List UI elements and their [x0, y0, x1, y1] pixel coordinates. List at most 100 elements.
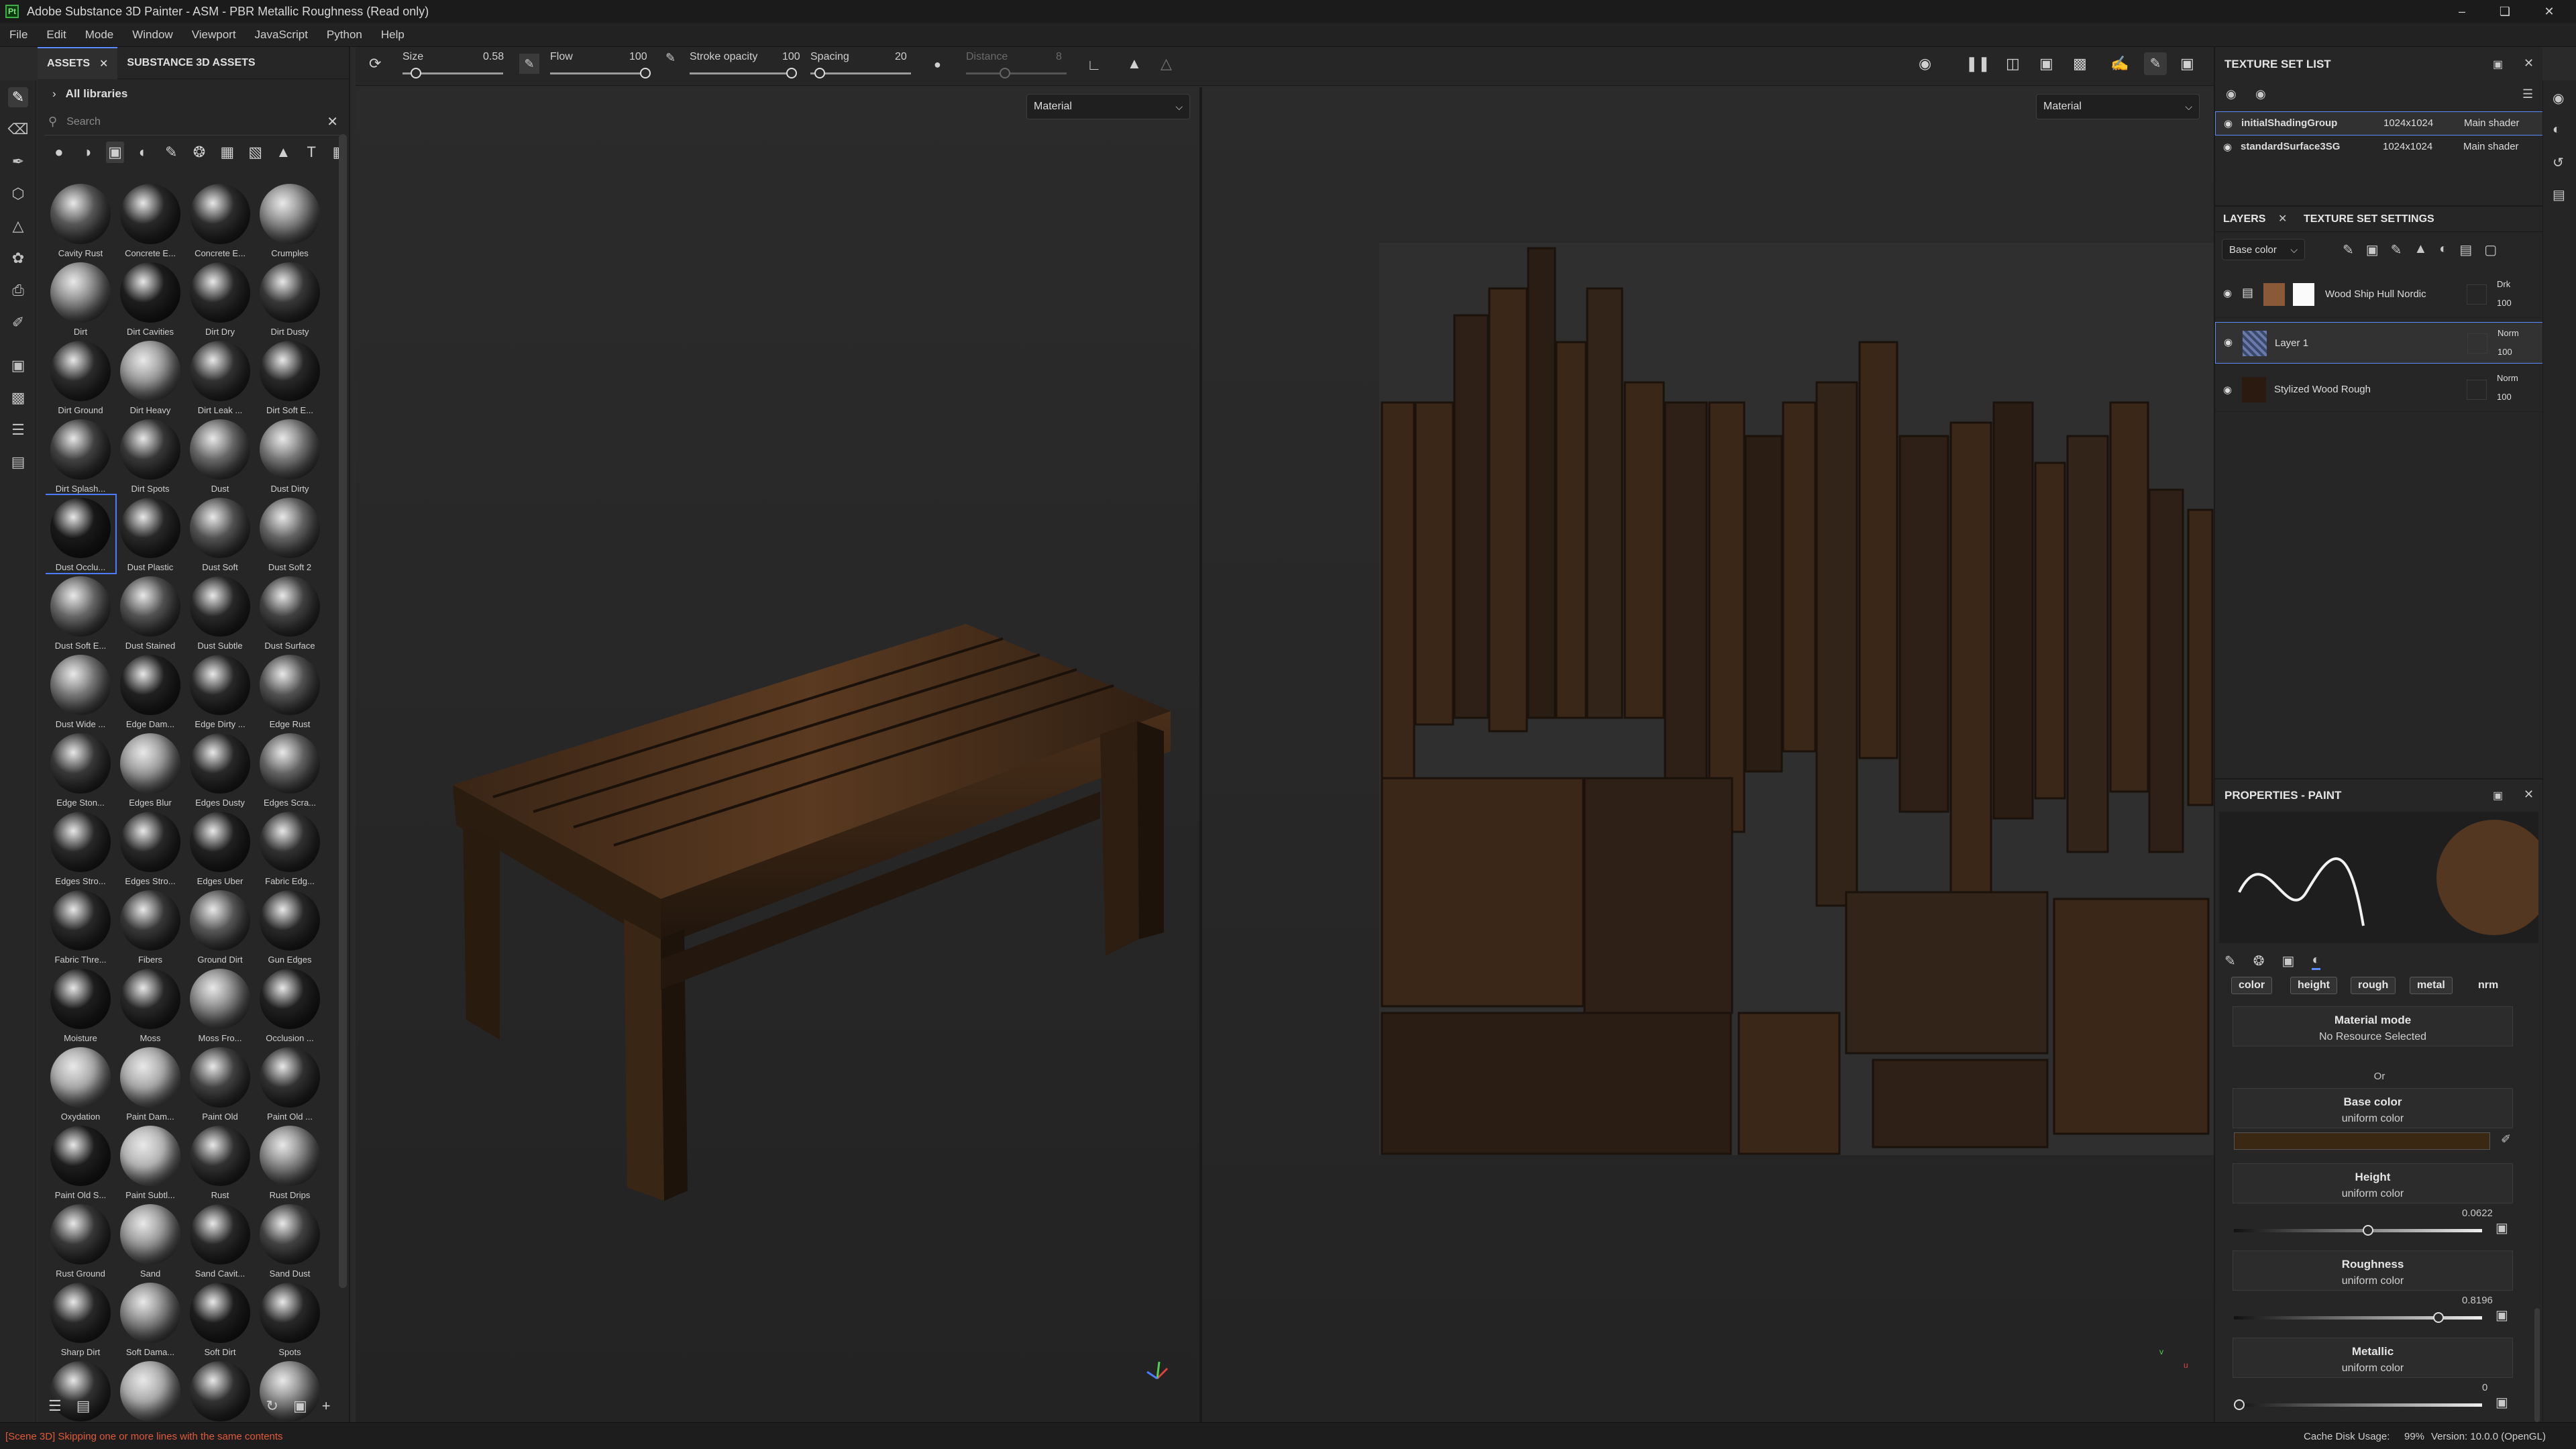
height-slider[interactable] — [2234, 1229, 2482, 1232]
add-icon[interactable]: + — [322, 1397, 331, 1415]
layer-blend-mode[interactable]: Norm — [2498, 328, 2519, 338]
visibility-eye-icon[interactable]: ◉ — [2224, 117, 2233, 129]
menu-viewport[interactable]: Viewport — [182, 28, 246, 42]
asset-tile[interactable]: Moss — [115, 966, 185, 1044]
procedural-filter-icon[interactable]: ▧ — [246, 142, 265, 163]
show-icon[interactable]: ◉ — [2255, 87, 2266, 101]
hide-icon[interactable]: ◉ — [1919, 55, 1931, 72]
material-filter-icon[interactable]: ● — [50, 142, 68, 163]
eraser-icon[interactable]: ⌫ — [7, 119, 28, 140]
asset-tile[interactable]: Edges Uber — [185, 809, 255, 887]
size-slider-knob[interactable] — [411, 68, 421, 78]
visibility-eye-icon[interactable]: ◉ — [2224, 336, 2233, 348]
asset-tile[interactable]: Edge Ston... — [46, 731, 115, 808]
panel-menu-icon[interactable]: ☰ — [2522, 87, 2533, 101]
asset-tile[interactable]: Dust Stained — [115, 574, 185, 651]
asset-tile[interactable]: Paint Old — [185, 1044, 255, 1122]
size-value[interactable]: 0.58 — [483, 51, 504, 63]
material-mode-button[interactable]: Material mode No Resource Selected — [2233, 1006, 2513, 1046]
metallic-value[interactable]: 0 — [2482, 1382, 2487, 1393]
asset-tile[interactable]: Moisture — [46, 966, 115, 1044]
iray-icon[interactable]: ☰ — [8, 420, 28, 440]
particles-filter-icon[interactable]: ❂ — [190, 142, 209, 163]
paint-mode-icon[interactable]: ✎ — [2144, 52, 2167, 75]
asset-tile[interactable]: Occlusion ... — [255, 966, 325, 1044]
asset-tile[interactable]: Edges Dusty — [185, 731, 255, 808]
stroke-pressure-icon[interactable]: ✎ — [665, 51, 676, 65]
camera-icon[interactable]: ▩ — [2073, 55, 2087, 72]
asset-tile[interactable]: Dust Soft E... — [46, 574, 115, 651]
add-fill-layer-icon[interactable]: ▲ — [2414, 241, 2427, 258]
geometry-mask-icon[interactable]: ⬡ — [8, 184, 28, 204]
stroke-opacity-knob[interactable] — [786, 68, 797, 78]
channel-color-toggle[interactable]: color — [2231, 977, 2273, 994]
smart-mask-filter-icon[interactable]: ▣ — [105, 142, 125, 163]
library-selector[interactable]: › All libraries — [38, 79, 349, 109]
asset-tile[interactable]: Dirt — [46, 260, 115, 337]
layer-opacity[interactable]: 100 — [2497, 298, 2512, 308]
tree-view-icon[interactable]: ▤ — [76, 1397, 91, 1415]
maximize-panel-icon[interactable]: ▣ — [2493, 58, 2503, 71]
menu-file[interactable]: File — [0, 28, 37, 42]
layer-row[interactable]: ◉ Stylized Wood Rough Norm 100 — [2215, 368, 2544, 412]
asset-tile[interactable]: Edge Rust — [255, 652, 325, 730]
connect-resource-icon[interactable]: ▣ — [2496, 1220, 2508, 1236]
texture-set-row[interactable]: ◉ standardSurface3SG 1024x1024 Main shad… — [2215, 136, 2544, 160]
height-slider-knob[interactable] — [2362, 1225, 2373, 1236]
flow-slider-knob[interactable] — [640, 68, 651, 78]
polygon-fill-icon[interactable]: △ — [8, 216, 28, 236]
projection-icon[interactable]: ✒ — [8, 152, 28, 172]
add-layer-icon[interactable]: ◐ — [2439, 241, 2447, 258]
asset-tile[interactable]: Dust Dirty — [255, 417, 325, 494]
asset-search[interactable]: ⚲ Search ✕ — [44, 109, 342, 136]
asset-tile[interactable]: Fabric Thre... — [46, 888, 115, 965]
asset-tile[interactable]: Paint Old ... — [255, 1044, 325, 1122]
metallic-slider[interactable] — [2234, 1403, 2482, 1407]
layer-row[interactable]: ◉ ▤ Wood Ship Hull Nordic Drk 100 — [2215, 271, 2544, 318]
asset-tile[interactable]: Crumples — [255, 181, 325, 259]
roughness-value[interactable]: 0.8196 — [2462, 1295, 2493, 1306]
material-category-icon[interactable]: ◐ — [2312, 953, 2320, 970]
assets-scrollbar[interactable] — [339, 134, 347, 1288]
symmetry-off-icon[interactable]: △ — [1161, 55, 1172, 72]
close-button[interactable]: ✕ — [2529, 0, 2569, 23]
menu-edit[interactable]: Edit — [37, 28, 75, 42]
brush-category-icon[interactable]: ✎ — [2224, 953, 2236, 970]
asset-tile[interactable]: Gun Edges — [255, 888, 325, 965]
asset-tile[interactable]: Dirt Heavy — [115, 338, 185, 416]
asset-tile[interactable]: Fibers — [115, 888, 185, 965]
pen-pressure-icon[interactable]: ✎ — [519, 54, 539, 74]
asset-tile[interactable]: Rust — [185, 1123, 255, 1201]
tab-layers[interactable]: LAYERS — [2223, 213, 2265, 225]
asset-tile[interactable]: Soft Dirt — [185, 1280, 255, 1358]
asset-tile[interactable]: Dust Soft 2 — [255, 495, 325, 573]
text-filter-icon[interactable]: T — [302, 142, 321, 163]
layer-opacity[interactable]: 100 — [2497, 392, 2512, 402]
flow-slider[interactable] — [550, 72, 651, 74]
add-mask-icon[interactable]: ▣ — [2366, 241, 2379, 258]
tab-substance-3d-assets[interactable]: SUBSTANCE 3D ASSETS — [117, 47, 264, 79]
menu-mode[interactable]: Mode — [76, 28, 123, 42]
layer-row[interactable]: ◉ Layer 1 Norm 100 — [2215, 322, 2544, 364]
connect-resource-icon[interactable]: ▣ — [2496, 1394, 2508, 1411]
menu-window[interactable]: Window — [123, 28, 182, 42]
particle-category-icon[interactable]: ❂ — [2253, 953, 2265, 970]
visibility-eye-icon[interactable]: ◉ — [2223, 287, 2232, 299]
asset-tile[interactable]: Dirt Cavities — [115, 260, 185, 337]
add-folder-icon[interactable]: ▤ — [2459, 241, 2472, 258]
flow-value[interactable]: 100 — [629, 51, 647, 63]
log-icon[interactable]: ▤ — [2553, 186, 2565, 203]
texture-set-row[interactable]: ◉ initialShadingGroup 1024x1024 Main sha… — [2215, 111, 2544, 136]
asset-tile[interactable]: Dirt Leak ... — [185, 338, 255, 416]
asset-tile[interactable]: Paint Old S... — [46, 1123, 115, 1201]
layer-blend-mode[interactable]: Norm — [2497, 373, 2518, 383]
search-input[interactable]: Search — [66, 116, 327, 128]
alpha-category-icon[interactable]: ▣ — [2282, 953, 2295, 970]
base-color-button[interactable]: Base color uniform color — [2233, 1088, 2513, 1128]
roughness-slider[interactable] — [2234, 1316, 2482, 1320]
stroke-opacity-slider[interactable] — [690, 72, 790, 74]
asset-tile[interactable]: Oxydation — [46, 1044, 115, 1122]
menu-javascript[interactable]: JavaScript — [246, 28, 317, 42]
export-icon[interactable]: ▤ — [8, 452, 28, 472]
channel-nrm-toggle[interactable]: nrm — [2471, 977, 2505, 994]
